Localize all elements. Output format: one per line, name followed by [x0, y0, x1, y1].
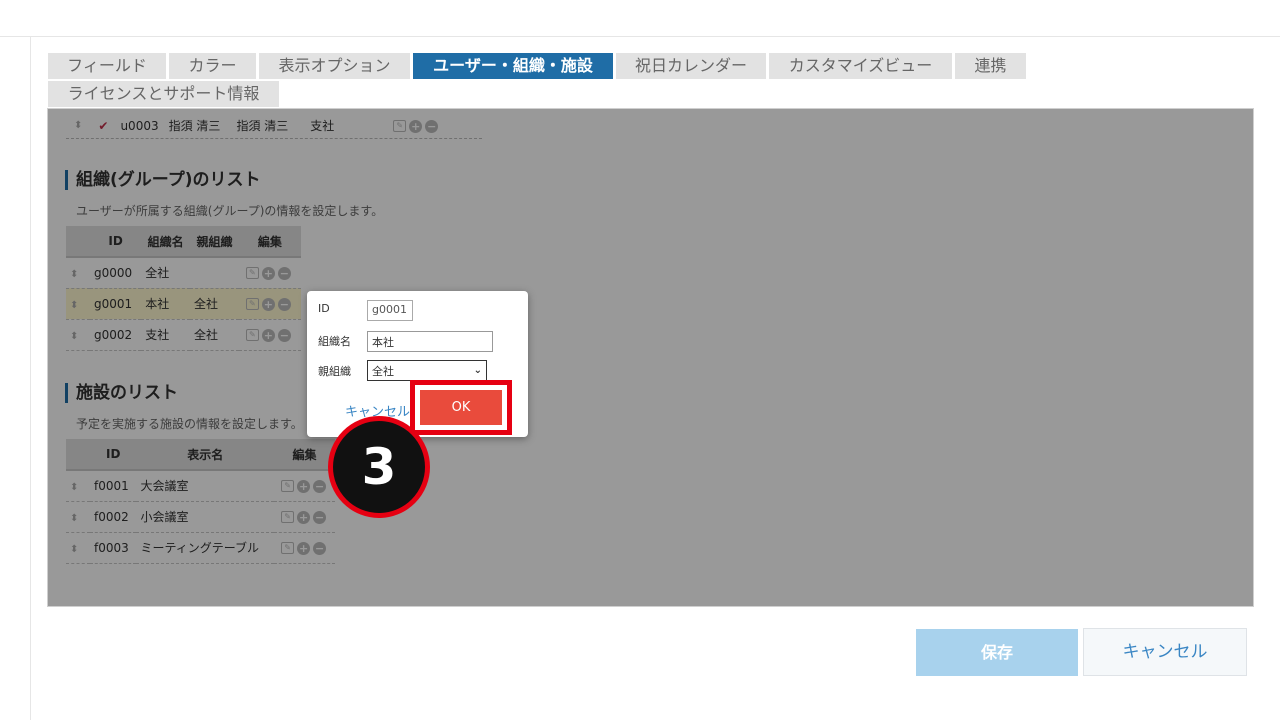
tab-integration[interactable]: 連携 [955, 53, 1026, 79]
modal-overlay [48, 109, 1253, 606]
chevron-down-icon: ⌄ [473, 365, 482, 376]
tab-field[interactable]: フィールド [48, 53, 166, 79]
left-divider [30, 37, 31, 720]
cancel-button[interactable]: キャンセル [1083, 628, 1247, 676]
tab-color[interactable]: カラー [169, 53, 256, 79]
edit-group-dialog: ID g0001 組織名 本社 親組織 全社 ⌄ キャンセル OK [307, 291, 528, 437]
dialog-name-label: 組織名 [318, 335, 351, 348]
dialog-id-label: ID [318, 302, 330, 315]
dialog-parent-select[interactable]: 全社 ⌄ [367, 360, 487, 381]
dialog-id-field: g0001 [367, 300, 413, 321]
ok-highlight-frame: OK [410, 380, 512, 435]
tab-display-options[interactable]: 表示オプション [259, 53, 410, 79]
tab-license-support[interactable]: ライセンスとサポート情報 [48, 81, 279, 107]
step-number-badge: 3 [328, 416, 430, 518]
tab-custom-view[interactable]: カスタマイズビュー [769, 53, 952, 79]
dialog-parent-value: 全社 [372, 364, 394, 378]
save-button[interactable]: 保存 [916, 629, 1078, 676]
top-bar [0, 0, 1280, 37]
dialog-parent-label: 親組織 [318, 365, 351, 378]
content-panel: ⬍ ✔ u0003 指須 清三 指須 清三 支社 ✎ + − 組織(グループ)のリス… [47, 108, 1254, 607]
tab-holiday-calendar[interactable]: 祝日カレンダー [616, 53, 766, 79]
dialog-group-name-field[interactable]: 本社 [367, 331, 493, 352]
tab-users-orgs-facilities[interactable]: ユーザー・組織・施設 [413, 53, 613, 79]
dialog-ok-button[interactable]: OK [420, 390, 502, 425]
